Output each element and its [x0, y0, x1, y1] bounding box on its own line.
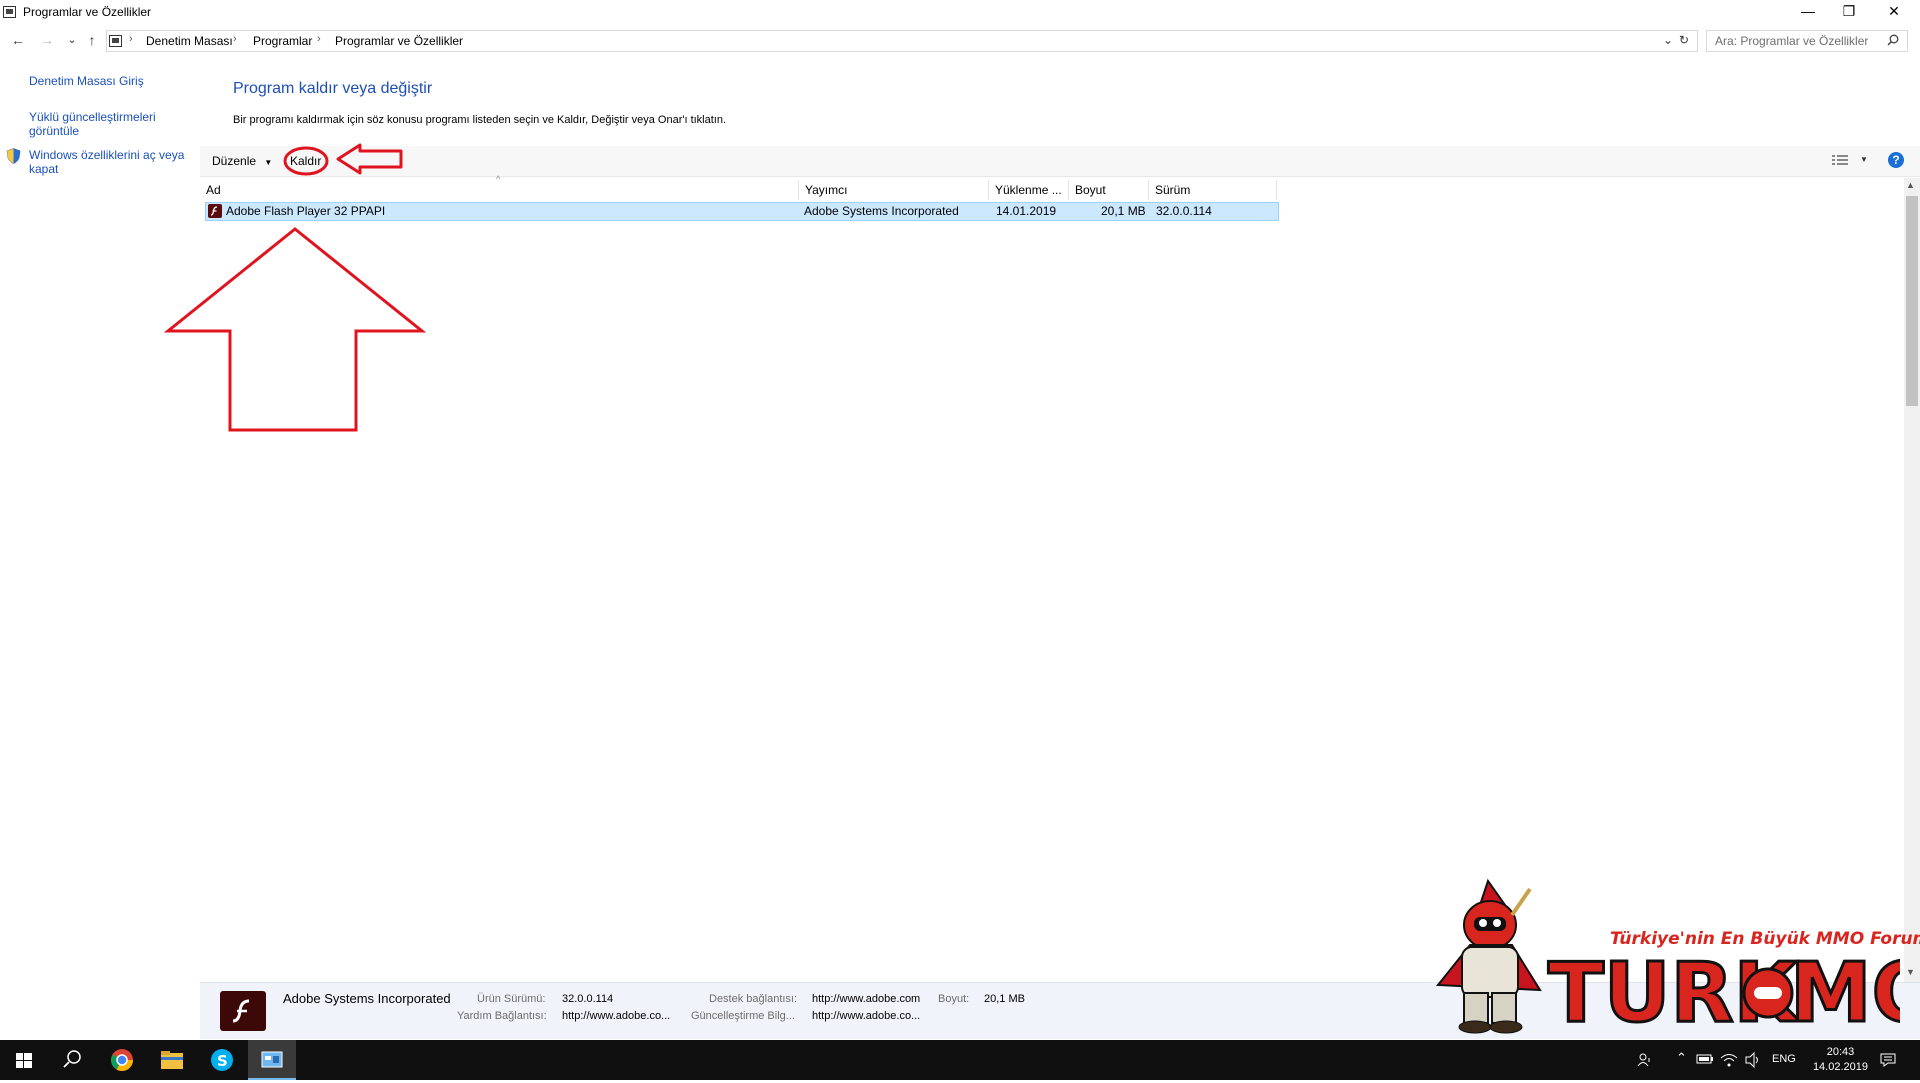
help-link-value[interactable]: http://www.adobe.co...: [562, 1010, 670, 1022]
people-icon[interactable]: [1636, 1052, 1652, 1071]
battery-icon[interactable]: [1696, 1053, 1714, 1068]
volume-icon[interactable]: [1744, 1051, 1762, 1071]
column-header-version[interactable]: Sürüm: [1149, 180, 1277, 200]
notifications-icon[interactable]: [1880, 1052, 1896, 1071]
start-button[interactable]: [0, 1040, 48, 1080]
support-link-label: Destek bağlantısı:: [709, 993, 798, 1005]
annotation-circle: [283, 146, 329, 176]
size-label: Boyut:: [938, 993, 970, 1005]
flash-player-large-icon: [220, 991, 266, 1031]
svg-text:MO: MO: [1790, 946, 1900, 1035]
clock-time: 20:43: [1826, 1046, 1855, 1058]
skype-icon[interactable]: S: [198, 1040, 246, 1080]
mascot-logo-icon: TURK MO: [1435, 878, 1920, 1043]
help-link-label: Yardım Bağlantısı:: [457, 1010, 547, 1022]
table-row[interactable]: Adobe Flash Player 32 PPAPI Adobe System…: [205, 202, 1279, 221]
search-icon[interactable]: [48, 1040, 96, 1080]
product-version-value: 32.0.0.114: [562, 993, 614, 1005]
svg-text:S: S: [217, 1052, 228, 1070]
chrome-icon[interactable]: [98, 1040, 146, 1080]
annotation-big-arrow: [163, 227, 427, 432]
clock-date: 14.02.2019: [1812, 1061, 1868, 1073]
column-header-installed-on[interactable]: Yüklenme ...: [989, 180, 1069, 200]
scroll-down-icon[interactable]: ▼: [1906, 967, 1915, 977]
details-publisher: Adobe Systems Incorporated: [283, 991, 451, 1006]
control-panel-taskbar-icon[interactable]: [248, 1040, 296, 1080]
turkmmo-watermark: TURK MO Türkiye'nin En Büyük MMO Forumu: [1420, 875, 1920, 1043]
product-version-label: Ürün Sürümü:: [477, 993, 546, 1005]
row-version: 32.0.0.114: [1156, 204, 1212, 218]
size-value: 20,1 MB: [984, 993, 1025, 1005]
show-hidden-icons-icon[interactable]: ⌃: [1676, 1050, 1687, 1066]
language-indicator[interactable]: ENG: [1772, 1053, 1796, 1065]
column-header-publisher[interactable]: Yayımcı: [799, 180, 989, 200]
column-header-size[interactable]: Boyut: [1069, 180, 1149, 200]
scroll-up-icon[interactable]: ▲: [1906, 180, 1915, 190]
row-size: 20,1 MB: [1101, 204, 1146, 218]
flash-player-icon: [208, 204, 222, 218]
row-publisher: Adobe Systems Incorporated: [804, 204, 959, 218]
file-explorer-icon[interactable]: [148, 1040, 196, 1080]
column-header-name[interactable]: Ad: [200, 180, 799, 200]
wifi-icon[interactable]: [1720, 1052, 1738, 1071]
row-name: Adobe Flash Player 32 PPAPI: [226, 204, 386, 218]
annotation-small-arrow: [336, 143, 403, 175]
clock[interactable]: 20:43 14.02.2019: [1813, 1045, 1868, 1075]
watermark-tagline: Türkiye'nin En Büyük MMO Forumu: [1610, 929, 1920, 949]
update-info-value[interactable]: http://www.adobe.co...: [812, 1010, 920, 1022]
row-installed-on: 14.01.2019: [996, 204, 1057, 218]
taskbar: S ⌃ ENG 20:43 14.02.2019: [0, 1040, 1920, 1080]
update-info-label: Güncelleştirme Bilg...: [691, 1010, 795, 1022]
scrollbar-thumb[interactable]: [1906, 196, 1918, 406]
support-link-value[interactable]: http://www.adobe.com: [812, 993, 920, 1005]
